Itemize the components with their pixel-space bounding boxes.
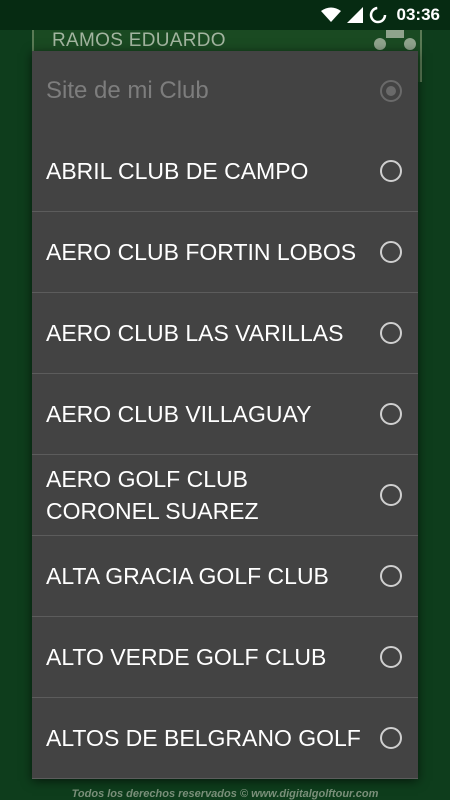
club-option-label: AERO CLUB VILLAGUAY [46, 401, 312, 427]
club-option[interactable]: AERO CLUB FORTIN LOBOS [32, 212, 418, 293]
club-option-label: ABRIL CLUB DE CAMPO [46, 158, 309, 184]
radio-button[interactable] [380, 160, 402, 182]
dialog-title: Site de mi Club [46, 77, 209, 104]
radio-button[interactable] [380, 727, 402, 749]
radio-button[interactable] [380, 646, 402, 668]
club-option-label: ALTA GRACIA GOLF CLUB [46, 563, 329, 589]
status-time: 03:36 [396, 5, 440, 24]
title-radio-disabled [380, 80, 402, 102]
club-option-label: AERO CLUB FORTIN LOBOS [46, 239, 357, 265]
club-option-label: AERO GOLF CLUB CORONEL SUAREZ [46, 466, 259, 524]
club-option[interactable]: ALTOS DE BELGRANO GOLF [32, 698, 418, 779]
wifi-icon [320, 7, 341, 23]
club-list: ABRIL CLUB DE CAMPO AERO CLUB FORTIN LOB… [32, 131, 418, 779]
status-bar: 03:36 [0, 0, 450, 30]
cell-signal-icon [346, 7, 363, 23]
dialog-title-row: Site de mi Club [32, 51, 418, 131]
radio-button[interactable] [380, 322, 402, 344]
radio-button[interactable] [380, 484, 402, 506]
radio-button[interactable] [380, 403, 402, 425]
radio-button[interactable] [380, 565, 402, 587]
radio-button[interactable] [380, 241, 402, 263]
club-option[interactable]: AERO GOLF CLUB CORONEL SUAREZ [32, 455, 418, 536]
club-option[interactable]: ALTA GRACIA GOLF CLUB [32, 536, 418, 617]
club-option-label: AERO CLUB LAS VARILLAS [46, 320, 344, 346]
club-option[interactable]: ABRIL CLUB DE CAMPO [32, 131, 418, 212]
club-option-label: ALTO VERDE GOLF CLUB [46, 644, 327, 670]
club-select-dialog: Site de mi Club ABRIL CLUB DE CAMPO AERO… [32, 51, 418, 779]
player-name: RAMOS EDUARDO [52, 30, 226, 51]
club-option[interactable]: AERO CLUB VILLAGUAY [32, 374, 418, 455]
club-option[interactable]: AERO CLUB LAS VARILLAS [32, 293, 418, 374]
footer-copyright: Todos los derechos reservados © www.digi… [71, 788, 379, 800]
battery-charging-icon [369, 6, 387, 24]
club-option-label: ALTOS DE BELGRANO GOLF [46, 725, 361, 751]
club-option[interactable]: ALTO VERDE GOLF CLUB [32, 617, 418, 698]
